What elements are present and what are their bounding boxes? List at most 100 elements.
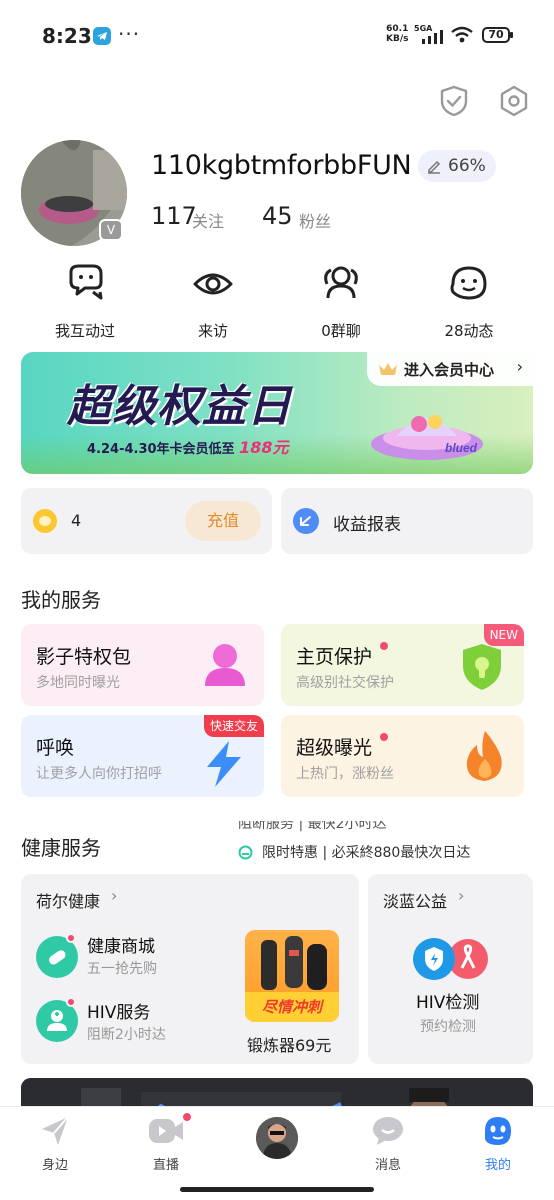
notification-dot (380, 733, 388, 741)
tab-center-avatar[interactable] (256, 1117, 298, 1159)
service-title: 超级曝光 (296, 737, 373, 759)
earnings-report-label: 收益报表 (333, 515, 401, 535)
followers-label[interactable]: 粉丝 (299, 208, 331, 232)
tab-bar: 身边 直播 消息 我的 (0, 1106, 554, 1200)
hiv-ribbon-shield-icon (413, 938, 488, 980)
quick-action-label: 我互动过 (54, 322, 115, 340)
quick-action-label: 0群聊 (321, 322, 361, 340)
lemon-face-icon (450, 266, 487, 300)
earnings-report-card[interactable]: 收益报表 (281, 488, 533, 554)
quick-friend-tag: 快速交友 (203, 715, 264, 737)
service-card-call[interactable]: 呼唤 让更多人向你打招呼 快速交友 (21, 715, 264, 797)
hiv-test-subtitle: 预约检测 (420, 1019, 476, 1035)
service-subtitle: 上热门，涨粉丝 (296, 766, 394, 782)
tab-messages[interactable]: 消息 (348, 1115, 428, 1173)
danlan-title[interactable]: 淡蓝公益 (383, 888, 447, 912)
coin-icon (33, 509, 57, 533)
quick-action-moments[interactable]: 28动态 (419, 262, 519, 341)
profile-completion: 66% (448, 156, 486, 176)
hiv-test-name[interactable]: HIV检测 (416, 988, 479, 1013)
banner-subtitle: 4.24-4.30年卡会员低至 188元 (87, 434, 288, 458)
eye-icon (193, 273, 233, 295)
notification-dot (66, 997, 76, 1007)
status-time: 8:23 (42, 24, 92, 48)
service-subtitle: 高级别社交保护 (296, 675, 394, 691)
quick-action-groups[interactable]: 0群聊 (291, 262, 391, 341)
vip-center-link[interactable]: 进入会员中心 › (367, 352, 533, 386)
product-slogan: 尽情冲刺 (245, 992, 339, 1022)
signal-icon (422, 30, 443, 44)
coin-count: 4 (71, 511, 82, 530)
banner-price: 188元 (239, 438, 289, 457)
service-subtitle: 让更多人向你打招呼 (36, 766, 162, 782)
hiv-service-name[interactable]: HIV服务 (87, 998, 150, 1023)
heer-health-card[interactable]: 荷尔健康 › 健康商城 五一抢先购 HIV服务 阻断2小时达 尽情冲刺 锻炼器6… (21, 874, 359, 1064)
verified-badge: V (99, 219, 123, 241)
more-notifications-icon: ··· (118, 22, 141, 46)
health-ticker[interactable]: 限时特惠 | 必采終880最快次日达 (238, 842, 538, 862)
quick-action-interacted[interactable]: 我互动过 (35, 262, 135, 341)
settings-icon[interactable] (498, 84, 530, 118)
chart-icon (293, 508, 319, 534)
service-card-shadow-pack[interactable]: 影子特权包 多地同时曝光 (21, 624, 264, 706)
lightning-icon (207, 741, 241, 787)
service-title: 主页保护 (296, 646, 373, 668)
edit-icon (428, 160, 441, 174)
video-camera-icon (149, 1119, 183, 1143)
banner-title: 超级权益日 (67, 381, 292, 432)
service-card-super-exposure[interactable]: 超级曝光 上热门，涨粉丝 (281, 715, 524, 797)
followers-count[interactable]: 45 (262, 202, 293, 230)
health-ticker-prev-text: 阻断服务 | 最快2小时达 (238, 821, 387, 832)
service-card-profile-protection[interactable]: 主页保护 高级别社交保护 NEW (281, 624, 524, 706)
quick-action-visitors[interactable]: 来访 (163, 262, 263, 341)
heer-health-title[interactable]: 荷尔健康 (36, 888, 100, 912)
tab-nearby[interactable]: 身边 (15, 1115, 95, 1173)
ufo-mascot-illustration: blued (371, 415, 483, 460)
tab-live[interactable]: 直播 (126, 1115, 206, 1173)
chevron-right-icon: › (458, 886, 465, 905)
wifi-icon (451, 26, 473, 43)
username: 110kgbtmforbbFUN (151, 150, 412, 181)
tab-label: 直播 (152, 1158, 179, 1173)
tab-me[interactable]: 我的 (458, 1115, 538, 1173)
shield-icon (463, 644, 501, 690)
me-icon (485, 1117, 511, 1145)
health-ticker-prev: 阻断服务 | 最快2小时达 (238, 821, 538, 835)
recharge-button[interactable]: 充值 (185, 501, 261, 541)
discount-icon (238, 845, 253, 860)
network-speed-unit: KB/s (386, 34, 409, 44)
vip-center-label: 进入会员中心 (404, 361, 495, 379)
exercise-device-image (261, 936, 327, 990)
health-ticker-text: 限时特惠 | 必采終880最快次日达 (262, 845, 471, 861)
service-title: 影子特权包 (36, 646, 132, 668)
chevron-right-icon: › (111, 886, 118, 905)
quick-action-label: 来访 (197, 322, 228, 340)
shield-check-icon[interactable] (438, 84, 470, 118)
following-label[interactable]: 关注 (192, 208, 224, 232)
health-title: 健康服务 (21, 836, 101, 860)
services-title: 我的服务 (21, 588, 101, 612)
profile-completion-pill[interactable]: 66% (418, 150, 496, 182)
home-indicator[interactable] (180, 1187, 374, 1192)
product-thumbnail[interactable]: 尽情冲刺 (245, 930, 339, 1022)
crown-icon (379, 363, 397, 375)
network-speed-value: 60.1 (386, 24, 409, 34)
hiv-service-subtitle: 阻断2小时达 (87, 1027, 166, 1043)
telegram-icon (93, 27, 111, 45)
coin-balance-card[interactable]: 4 充值 (21, 488, 272, 554)
danlan-charity-card[interactable]: 淡蓝公益 › HIV检测 预约检测 (368, 874, 533, 1064)
tab-label: 身边 (41, 1158, 68, 1173)
health-mall-name[interactable]: 健康商城 (87, 932, 155, 957)
chevron-right-icon: › (516, 357, 523, 376)
product-label[interactable]: 锻炼器69元 (247, 1032, 331, 1056)
tab-label: 消息 (374, 1158, 401, 1173)
status-bar: 8:23 ··· 60.1 KB/s 5GA 70 (0, 0, 554, 70)
promo-banner[interactable]: 超级权益日 4.24-4.30年卡会员低至 188元 blued 进入会员中心 … (21, 352, 533, 474)
person-icon (205, 644, 245, 686)
service-subtitle: 多地同时曝光 (36, 675, 120, 691)
paper-plane-icon (42, 1116, 69, 1145)
flame-icon (466, 731, 502, 781)
network-speed: 60.1 KB/s (386, 24, 408, 44)
profile-screen: 8:23 ··· 60.1 KB/s 5GA 70 V 110kgbtmforb… (0, 0, 554, 1200)
following-count[interactable]: 117 (151, 202, 197, 230)
